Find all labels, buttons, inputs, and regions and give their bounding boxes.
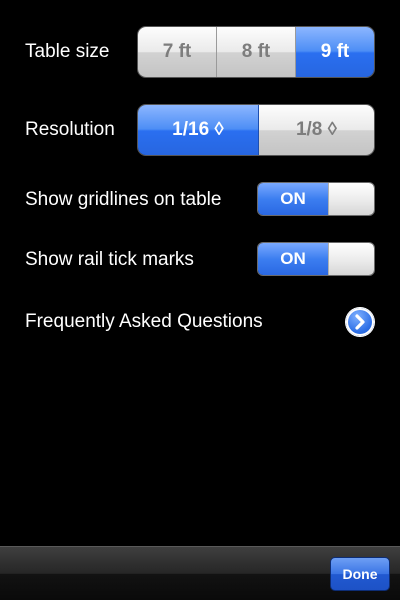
resolution-option-1-8[interactable]: 1/8 ◊ xyxy=(259,105,374,155)
gridlines-toggle-state: ON xyxy=(258,183,328,215)
resolution-segmented-control: 1/16 ◊ 1/8 ◊ xyxy=(137,104,375,156)
table-size-label: Table size xyxy=(25,41,110,62)
gridlines-toggle[interactable]: ON xyxy=(257,182,375,216)
rail-ticks-toggle[interactable]: ON xyxy=(257,242,375,276)
rail-ticks-toggle-knob xyxy=(328,243,374,275)
settings-screen: Table size 7 ft 8 ft 9 ft Resolution 1/1… xyxy=(0,0,400,600)
table-size-option-7ft[interactable]: 7 ft xyxy=(138,27,217,77)
faq-label[interactable]: Frequently Asked Questions xyxy=(25,310,263,334)
gridlines-toggle-knob xyxy=(328,183,374,215)
table-size-segmented-control: 7 ft 8 ft 9 ft xyxy=(137,26,375,78)
resolution-option-1-16[interactable]: 1/16 ◊ xyxy=(138,105,259,155)
table-size-option-9ft[interactable]: 9 ft xyxy=(296,27,374,77)
chevron-right-circle-icon[interactable] xyxy=(346,308,374,336)
done-button[interactable]: Done xyxy=(330,557,390,591)
gridlines-label: Show gridlines on table xyxy=(25,189,222,210)
rail-ticks-toggle-state: ON xyxy=(258,243,328,275)
resolution-label: Resolution xyxy=(25,119,115,140)
bottom-toolbar: Done xyxy=(0,546,400,600)
table-size-option-8ft[interactable]: 8 ft xyxy=(217,27,296,77)
rail-ticks-label: Show rail tick marks xyxy=(25,249,194,270)
